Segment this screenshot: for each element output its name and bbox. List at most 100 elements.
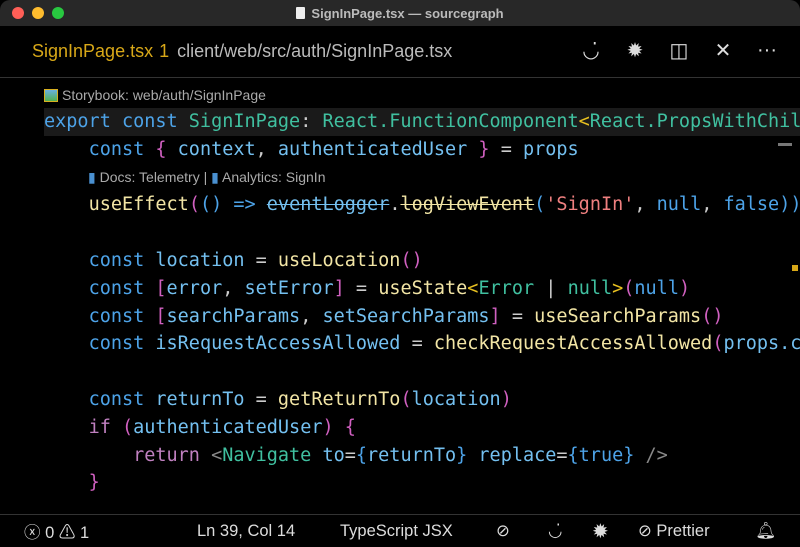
code-line[interactable]: const [error, setError] = useState<Error… (44, 275, 800, 303)
code-editor[interactable]: export const SignInPage: React.FunctionC… (44, 108, 800, 497)
code-token: 'SignIn' (545, 194, 635, 216)
code-token: returnTo (155, 388, 245, 410)
code-line[interactable]: export const SignInPage: React.FunctionC… (44, 108, 800, 136)
smile-icon[interactable]: ◡̇ (548, 521, 562, 541)
code-line[interactable]: } (44, 469, 800, 497)
code-token: eventLogger (266, 194, 390, 216)
code-line[interactable]: const returnTo = getReturnTo(location) (44, 386, 800, 414)
warning-scroll-marker (792, 265, 798, 271)
docs-link[interactable]: Docs: Telemetry | (100, 169, 212, 185)
code-line[interactable]: return <Navigate to={returnTo} replace={… (44, 442, 800, 470)
minimap-slider[interactable] (778, 143, 792, 146)
code-token: ( (121, 416, 134, 438)
code-token: to (322, 444, 345, 466)
code-token: ( (400, 388, 412, 410)
code-token: useLocation (277, 249, 401, 271)
code-token: SignInPage (188, 111, 301, 132)
code-token: { (344, 416, 356, 438)
split-editor-icon[interactable]: ◫ (668, 38, 690, 63)
code-line[interactable]: useEffect(() => eventLogger.logViewEvent… (44, 191, 800, 219)
code-line[interactable] (44, 358, 800, 386)
code-token: ] (489, 305, 501, 327)
bell-icon[interactable]: 🔔︎ (755, 522, 776, 541)
code-line[interactable]: const [searchParams, setSearchParams] = … (44, 303, 800, 331)
code-token: /> (634, 444, 668, 466)
code-token: () (400, 249, 423, 271)
code-token: { (567, 444, 579, 466)
code-line[interactable]: if (authenticatedUser) { (44, 414, 800, 442)
code-token: } (623, 444, 635, 466)
codelens-storybook[interactable]: Storybook: web/auth/SignInPage (44, 87, 266, 103)
close-icon[interactable]: ✕ (712, 38, 734, 63)
code-line[interactable]: const { context, authenticatedUser } = p… (44, 136, 800, 164)
code-token: React.PropsWithChil (589, 111, 800, 132)
code-token: )) (779, 194, 800, 216)
prettier-label: Prettier (656, 522, 710, 540)
analytics-link[interactable]: Analytics: SignIn (222, 169, 326, 185)
code-token: location (155, 249, 245, 271)
code-line[interactable]: const isRequestAccessAllowed = checkRequ… (44, 330, 800, 358)
code-token: () (701, 305, 724, 327)
code-token: error (166, 277, 223, 299)
language-mode[interactable]: TypeScript JSX (340, 522, 453, 541)
code-token: [ (155, 305, 167, 327)
codelens-docs-analytics[interactable]: ▮ Docs: Telemetry | ▮ Analytics: SignIn (44, 164, 800, 192)
code-token: = (344, 277, 379, 299)
prettier-item[interactable]: ⊘ Prettier (638, 521, 710, 541)
code-token: ( (534, 194, 546, 216)
code-token: { (355, 444, 368, 466)
picture-icon (44, 88, 58, 102)
code-token: ( (712, 333, 724, 355)
zoom-window-button[interactable] (52, 7, 64, 19)
code-token: , (300, 305, 323, 327)
chart-icon: ▮ (211, 168, 219, 185)
code-token: ] (333, 277, 345, 299)
code-line[interactable] (44, 219, 800, 247)
tab-filename[interactable]: SignInPage.tsx (32, 41, 153, 62)
code-token: setError (244, 277, 334, 299)
warning-count: 1 (79, 524, 90, 542)
editor-tab[interactable]: SignInPage.tsx 1 client/web/src/auth/Sig… (0, 26, 800, 78)
tab-actions: ◡̇ ✹ ◫ ✕ ··· (580, 38, 778, 63)
code-token: ( (623, 277, 635, 299)
code-token: = (556, 444, 568, 466)
code-token: props (522, 138, 579, 160)
code-token: Error (478, 277, 535, 299)
copilot-off-icon[interactable]: ⊘ (496, 521, 510, 541)
more-icon[interactable]: ··· (756, 39, 778, 62)
book-icon: ▮ (88, 168, 96, 185)
code-token: return (133, 444, 212, 466)
code-token: < (467, 277, 479, 299)
tab-problem-count: 1 (159, 41, 170, 61)
code-token: returnTo (367, 444, 457, 466)
code-token: < (578, 111, 590, 132)
code-token: logViewEvent (400, 194, 535, 216)
storybook-link[interactable]: Storybook: web/auth/SignInPage (62, 87, 266, 103)
code-token: const (121, 111, 189, 132)
code-token: const (88, 138, 156, 160)
code-token: useEffect (88, 194, 189, 216)
code-token: export (44, 111, 122, 132)
sourcegraph-badge-icon[interactable]: ✹ (624, 38, 646, 63)
close-window-button[interactable] (12, 7, 24, 19)
code-token: const (88, 249, 156, 271)
code-line[interactable]: const location = useLocation() (44, 247, 800, 275)
code-token: < (211, 444, 223, 466)
cursor-position[interactable]: Ln 39, Col 14 (197, 522, 295, 541)
code-token: ) (322, 416, 334, 438)
sourcegraph-badge-icon[interactable]: ✹ (592, 519, 609, 544)
tab-path: client/web/src/auth/SignInPage.tsx (177, 41, 453, 61)
code-token: true (578, 444, 624, 466)
smile-icon[interactable]: ◡̇ (580, 38, 602, 63)
code-token: getReturnTo (277, 388, 401, 410)
minimize-window-button[interactable] (32, 7, 44, 19)
code-token: = (244, 249, 278, 271)
code-token: useState (378, 277, 468, 299)
errors-item[interactable]: ⓧ 0 ⚠ 1 (24, 519, 89, 543)
